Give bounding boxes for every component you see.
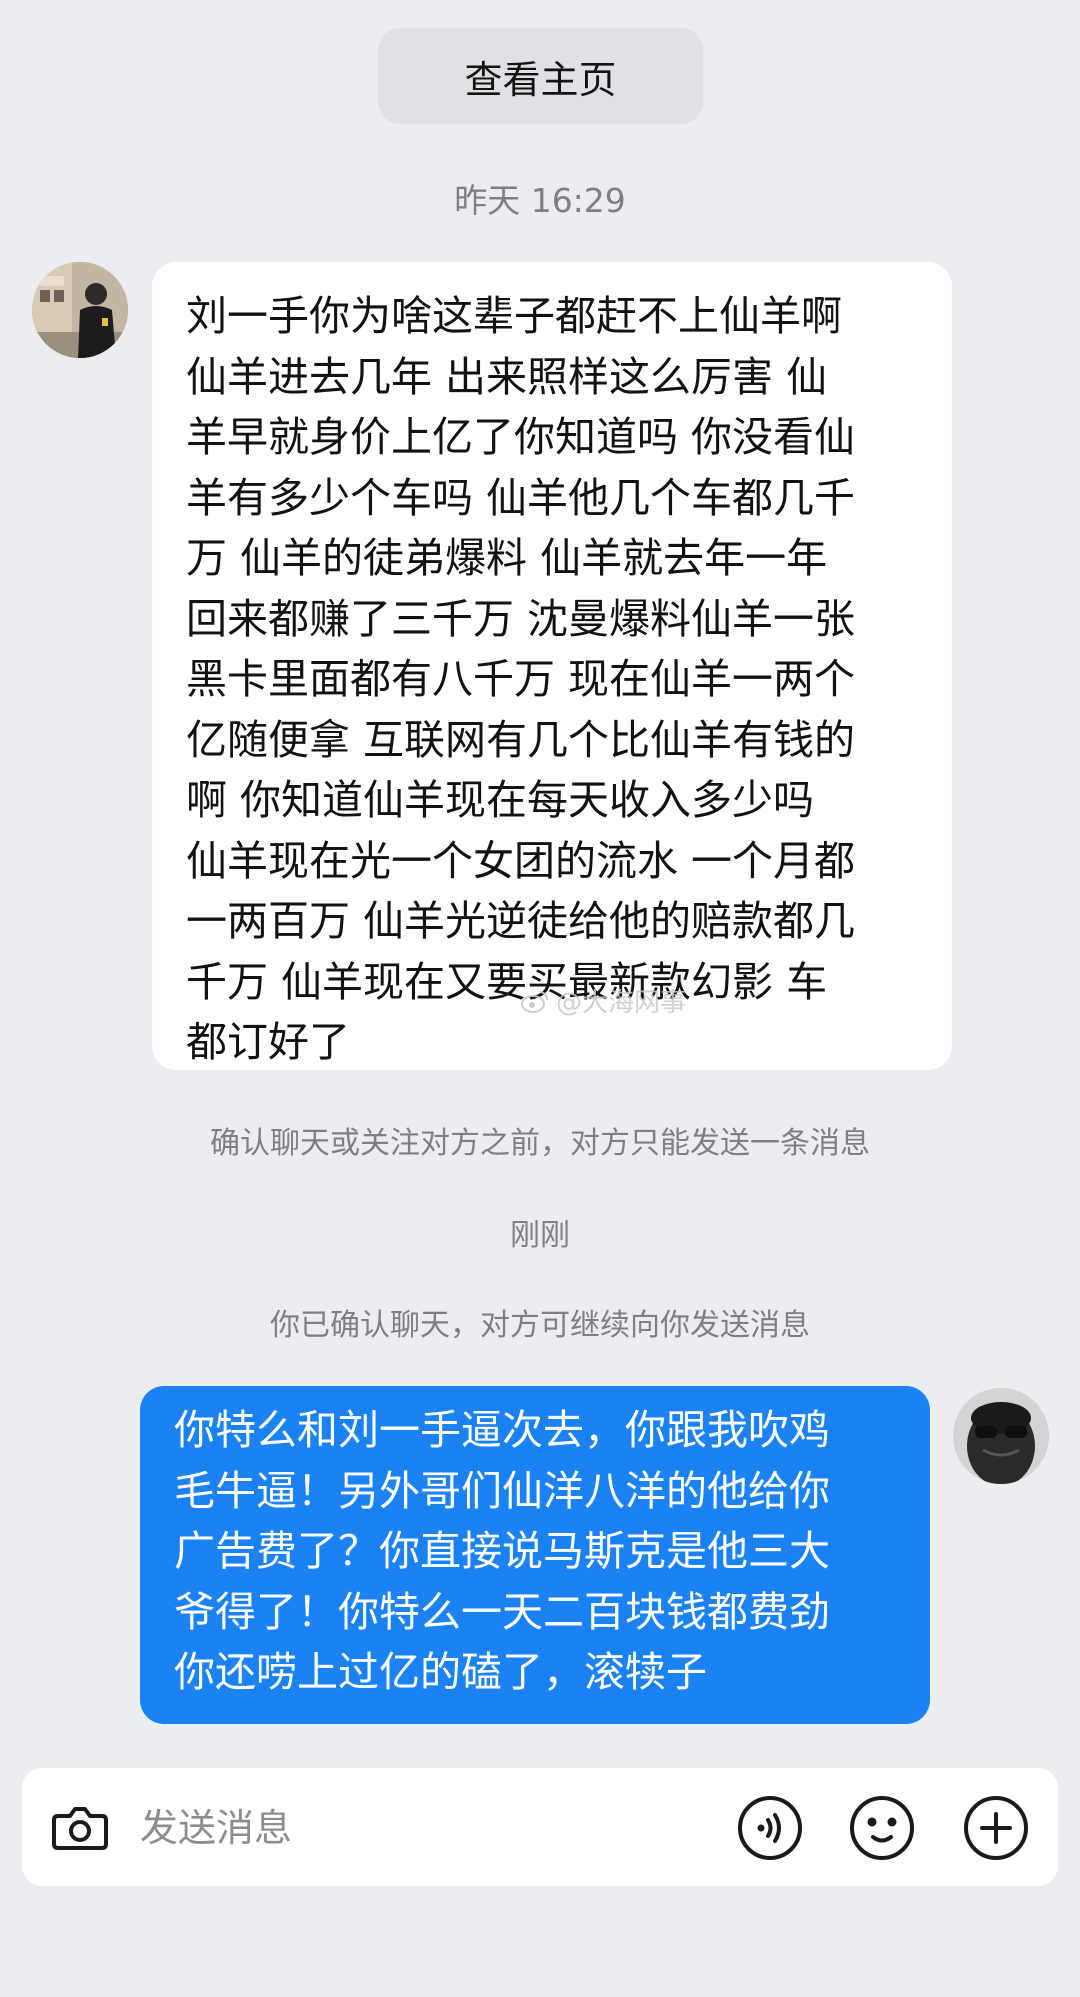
view-profile-button[interactable]: 查看主页 xyxy=(378,28,703,124)
incoming-message-bubble: 刘一手你为啥这辈子都赶不上仙羊啊 仙羊进去几年 出来照样这么厉害 仙 羊早就身价… xyxy=(152,262,952,1070)
system-notice: 你已确认聊天，对方可继续向你发送消息 xyxy=(270,1308,810,1343)
contact-avatar-image xyxy=(32,262,128,358)
contact-avatar[interactable] xyxy=(32,262,128,358)
my-avatar-image xyxy=(953,1388,1049,1484)
my-avatar[interactable] xyxy=(953,1388,1049,1484)
message-input-bar xyxy=(22,1768,1058,1886)
voice-icon[interactable] xyxy=(736,1794,804,1862)
message-input[interactable] xyxy=(140,1794,700,1862)
plus-icon[interactable] xyxy=(962,1794,1030,1862)
watermark: @大海网事 xyxy=(520,982,686,1019)
message-timestamp: 昨天 16:29 xyxy=(454,181,626,220)
message-timestamp: 刚刚 xyxy=(510,1218,570,1253)
weibo-logo-icon xyxy=(521,990,548,1013)
camera-icon[interactable] xyxy=(46,1794,114,1862)
emoji-icon[interactable] xyxy=(848,1794,916,1862)
system-notice: 确认聊天或关注对方之前，对方只能发送一条消息 xyxy=(210,1126,870,1161)
watermark-text: @大海网事 xyxy=(556,988,687,1018)
outgoing-message-bubble: 你特么和刘一手逼次去，你跟我吹鸡 毛牛逼！另外哥们仙洋八洋的他给你 广告费了？你… xyxy=(140,1386,930,1724)
